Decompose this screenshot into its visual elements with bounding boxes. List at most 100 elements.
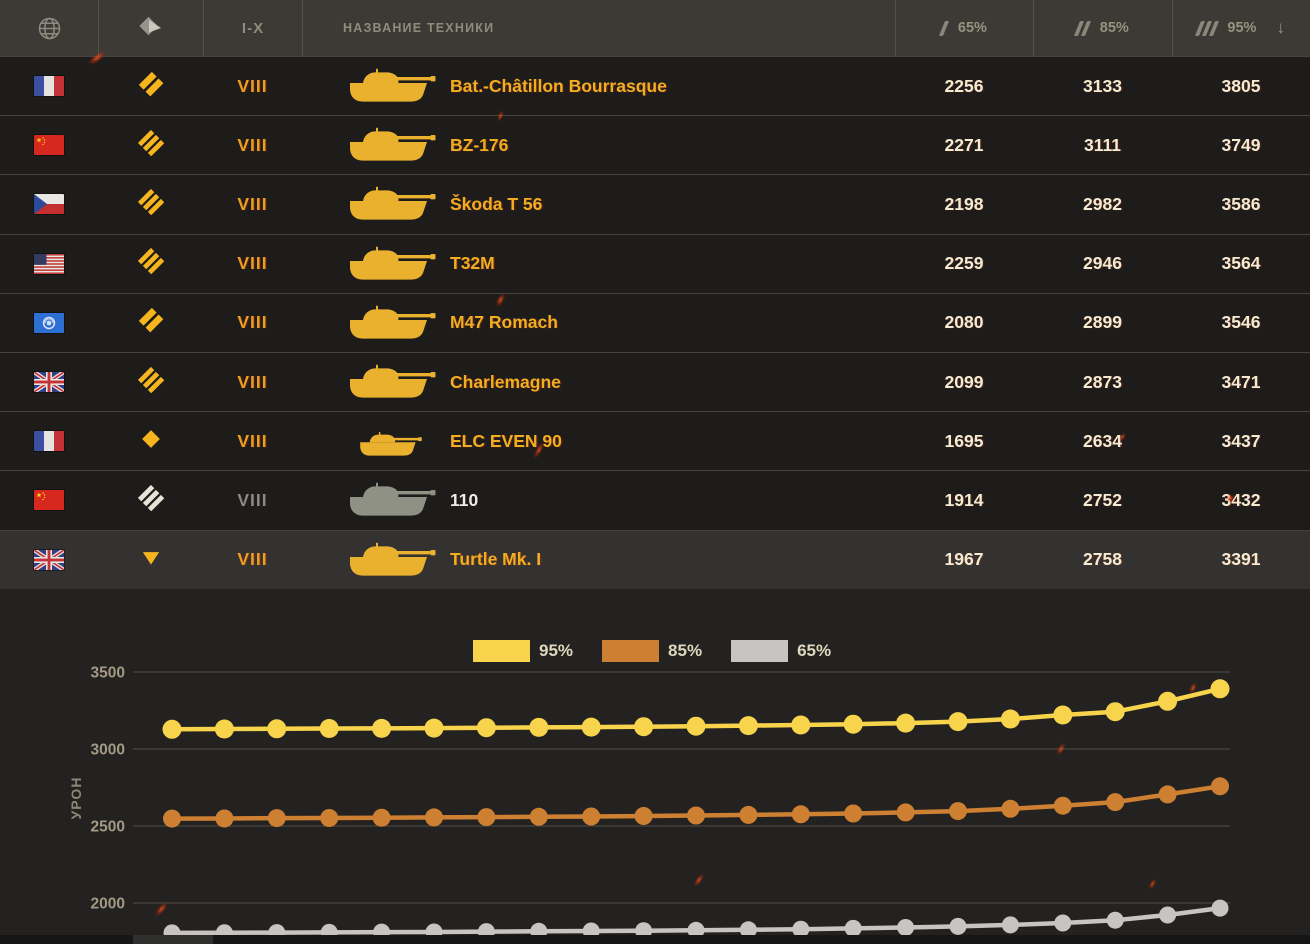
damage-value-85: 3133 <box>1083 75 1122 96</box>
tank-silhouette-icon <box>340 421 436 461</box>
vehicle-class-icon <box>137 248 164 279</box>
legend-swatch-85 <box>602 640 660 662</box>
damage-value-85: 2982 <box>1083 193 1122 214</box>
table-row[interactable]: VIII Charlemagne 2099 2873 3471 <box>0 351 1310 412</box>
damage-value-95: 3749 <box>1221 134 1261 155</box>
damage-value-85: 2899 <box>1083 312 1122 333</box>
vehicle-class-icon <box>138 426 164 457</box>
tank-silhouette-icon <box>340 540 436 580</box>
table-row[interactable]: VIII T32M 2259 2946 3564 <box>0 233 1310 293</box>
damage-value-65: 2099 <box>944 371 984 392</box>
tier-label: VIII <box>237 371 268 392</box>
legend-label-95: 95% <box>539 641 574 660</box>
tank-name-link[interactable]: BZ-176 <box>450 135 508 156</box>
tank-silhouette-icon <box>340 480 436 520</box>
chart-legend: 95% 85% 65% <box>473 640 860 662</box>
table-row[interactable]: VIII BZ-176 2271 3111 3749 <box>0 115 1310 175</box>
damage-value-65: 1914 <box>944 489 984 510</box>
one-slash-icon <box>939 20 949 36</box>
scrollbar-thumb[interactable] <box>133 935 213 944</box>
table-row[interactable]: VIII 110 1914 2752 3432 <box>0 470 1310 530</box>
tank-name-link[interactable]: Turtle Mk. I <box>450 549 541 570</box>
tier-label: VIII <box>237 253 268 274</box>
table-row[interactable]: VIII ELC EVEN 90 1695 2634 3437 <box>0 411 1310 471</box>
tank-name-link[interactable]: Charlemagne <box>450 372 561 393</box>
tier-label: VIII <box>237 134 268 155</box>
vehicle-class-icon <box>137 188 164 220</box>
table-row[interactable]: VIII Škoda T 56 2198 2982 3586 <box>0 174 1310 234</box>
legend-label-65: 65% <box>797 641 832 660</box>
tier-label: VIII <box>237 193 268 214</box>
column-header-85[interactable]: 85% <box>1033 0 1172 56</box>
damage-value-95: 3564 <box>1221 253 1261 274</box>
nation-flag <box>34 490 64 511</box>
tank-silhouette-icon <box>340 303 436 343</box>
tier-label: VIII <box>237 549 268 570</box>
nation-flag <box>34 194 64 215</box>
nation-flag <box>34 76 64 97</box>
tank-name-link[interactable]: T32M <box>450 253 495 274</box>
nation-flag <box>34 253 64 274</box>
three-slash-icon <box>1195 20 1219 36</box>
svg-text:3500: 3500 <box>91 665 125 682</box>
name-column-header[interactable]: НАЗВАНИЕ ТЕХНИКИ <box>302 0 895 56</box>
damage-value-95: 3391 <box>1221 549 1261 570</box>
tank-name-link[interactable]: Škoda T 56 <box>450 194 542 215</box>
vehicle-class-icon <box>138 544 164 575</box>
nation-flag <box>34 135 64 156</box>
tank-silhouette-icon <box>340 184 436 224</box>
damage-chart-panel: 3500 3000 2500 2000 95% 85% 65% УРОН <box>0 590 1310 944</box>
nation-flag <box>34 431 64 452</box>
damage-value-95: 3546 <box>1221 312 1261 333</box>
damage-value-85: 2946 <box>1083 253 1122 274</box>
vehicle-class-filter-icon <box>139 16 161 36</box>
damage-value-65: 2256 <box>944 75 984 96</box>
vehicle-class-icon <box>137 129 164 161</box>
tank-silhouette-icon <box>340 125 436 165</box>
legend-item-85: 85% <box>602 640 702 662</box>
table-row[interactable]: VIII Turtle Mk. I 1967 2758 3391 <box>0 529 1310 589</box>
two-slash-icon <box>1074 20 1091 36</box>
damage-value-95: 3805 <box>1221 75 1261 96</box>
tier-label: VIII <box>237 75 268 96</box>
damage-value-85: 2758 <box>1083 549 1122 570</box>
table-row[interactable]: VIII M47 Romach 2080 2899 3546 <box>0 292 1310 352</box>
tank-name-link[interactable]: Bat.-Châtillon Bourrasque <box>450 76 667 97</box>
column-header-65[interactable]: 65% <box>895 0 1033 56</box>
column-header-95[interactable]: 95% ↓ <box>1172 0 1310 56</box>
damage-value-85: 3111 <box>1084 134 1121 155</box>
damage-value-95: 3437 <box>1221 430 1261 451</box>
damage-value-95: 3432 <box>1221 489 1261 510</box>
tier-label: VIII <box>237 430 268 451</box>
legend-item-95: 95% <box>473 640 573 662</box>
table-row[interactable]: VIII Bat.-Châtillon Bourrasque 2256 3133… <box>0 56 1310 116</box>
vehicle-stats-table: I-X НАЗВАНИЕ ТЕХНИКИ 65% 85% 95% ↓ VIII … <box>0 0 1310 589</box>
legend-label-85: 85% <box>668 641 703 660</box>
globe-icon <box>38 17 60 39</box>
horizontal-scrollbar[interactable] <box>0 935 1310 944</box>
tier-column-header[interactable]: I-X <box>203 0 302 56</box>
table-body: VIII Bat.-Châtillon Bourrasque 2256 3133… <box>0 56 1310 589</box>
nation-column-header[interactable] <box>0 0 98 56</box>
damage-value-65: 2259 <box>944 253 984 274</box>
sort-descending-icon[interactable]: ↓ <box>1276 18 1285 38</box>
tank-silhouette-icon <box>340 244 436 284</box>
svg-text:3000: 3000 <box>91 742 125 759</box>
svg-text:2500: 2500 <box>91 819 125 836</box>
tank-name-link[interactable]: ELC EVEN 90 <box>450 431 562 452</box>
tank-silhouette-icon <box>340 66 436 106</box>
damage-value-65: 2198 <box>944 193 984 214</box>
damage-value-65: 2080 <box>944 312 984 333</box>
class-column-header[interactable] <box>98 0 203 56</box>
tank-name-link[interactable]: 110 <box>450 490 478 511</box>
vehicle-class-icon <box>138 307 164 338</box>
legend-swatch-65 <box>731 640 789 662</box>
column-95-label: 95% <box>1227 20 1257 36</box>
damage-value-65: 2271 <box>944 134 984 155</box>
legend-item-65: 65% <box>731 640 831 662</box>
column-85-label: 85% <box>1099 20 1129 36</box>
damage-value-85: 2873 <box>1083 371 1122 392</box>
table-header-row: I-X НАЗВАНИЕ ТЕХНИКИ 65% 85% 95% ↓ <box>0 0 1310 56</box>
tank-name-link[interactable]: M47 Romach <box>450 312 558 333</box>
damage-value-65: 1695 <box>944 430 984 451</box>
